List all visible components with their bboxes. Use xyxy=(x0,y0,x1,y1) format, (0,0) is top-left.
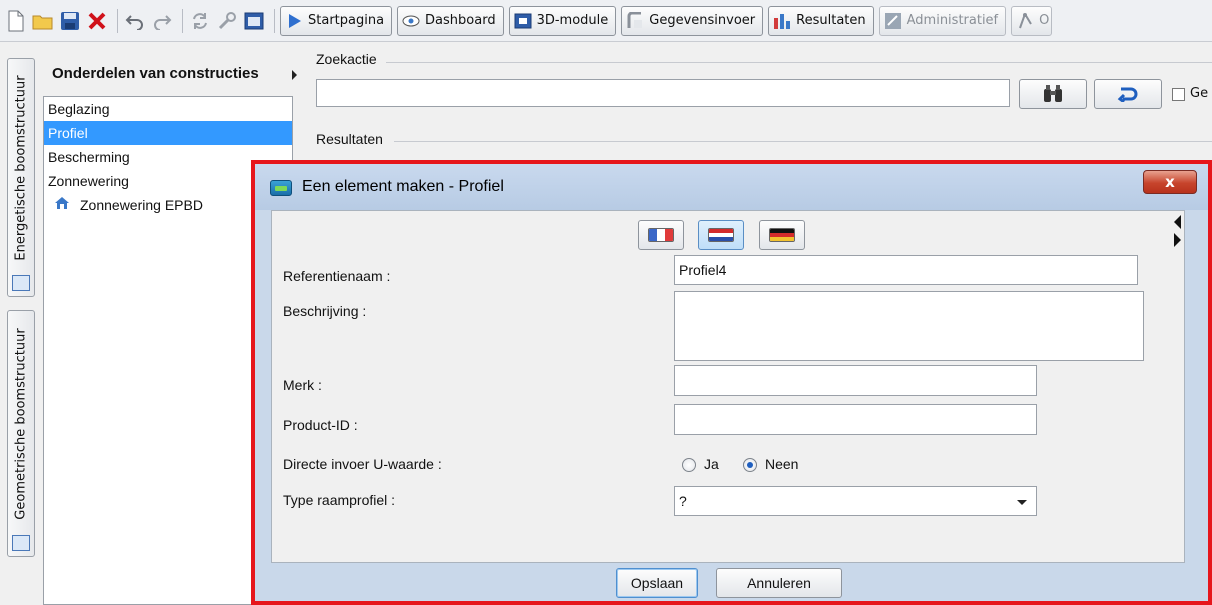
scroll-right-icon[interactable] xyxy=(1174,233,1181,247)
search-input[interactable] xyxy=(316,79,1010,107)
description-label: Beschrijving : xyxy=(283,303,367,319)
button-label: Startpagina xyxy=(308,13,385,28)
select-value: ? xyxy=(679,493,687,509)
tree-item-label: Bescherming xyxy=(48,149,130,165)
description-textarea[interactable] xyxy=(674,291,1144,361)
radio-label: Neen xyxy=(765,456,799,472)
tree-item-label: Zonnewering EPBD xyxy=(80,197,203,213)
tree-item-beglazing[interactable]: Beglazing xyxy=(44,97,292,121)
admin-icon xyxy=(884,12,902,30)
results-section-label: Resultaten xyxy=(316,131,383,147)
dutch-flag-icon xyxy=(708,228,734,242)
cancel-button[interactable]: Annuleren xyxy=(716,568,842,598)
frame-type-label: Type raamprofiel : xyxy=(283,492,396,508)
search-section-label: Zoekactie xyxy=(316,51,377,67)
startpagina-button[interactable]: Startpagina xyxy=(280,5,393,36)
tree-panel-icon xyxy=(12,275,30,291)
create-element-dialog: Een element maken - Profiel x Referentie… xyxy=(251,160,1212,605)
divider xyxy=(394,141,1212,142)
window-icon[interactable] xyxy=(242,8,266,34)
button-label: 3D-module xyxy=(536,13,609,28)
button-label: O xyxy=(1039,13,1050,28)
delete-icon[interactable] xyxy=(85,8,109,34)
frame-type-select[interactable]: ? xyxy=(674,486,1037,516)
scroll-left-icon[interactable] xyxy=(1174,215,1181,229)
main-toolbar: Startpagina Dashboard 3D-module Gegevens… xyxy=(0,0,1212,42)
tree-panel-title: Onderdelen van constructies xyxy=(52,64,259,82)
toolbar-separator xyxy=(274,8,275,33)
resultaten-button[interactable]: Resultaten xyxy=(768,5,874,36)
u-value-yes-radio[interactable] xyxy=(682,458,696,472)
open-folder-icon[interactable] xyxy=(31,8,55,34)
redo-icon[interactable] xyxy=(150,8,174,34)
button-label: Administratief xyxy=(906,13,999,28)
reference-name-input[interactable]: Profiel4 xyxy=(674,255,1138,285)
gegevensinvoer-button[interactable]: Gegevensinvoer xyxy=(621,5,764,36)
dashboard-button[interactable]: Dashboard xyxy=(397,5,504,36)
reset-search-button[interactable] xyxy=(1094,79,1162,109)
tree-item-profiel[interactable]: Profiel xyxy=(44,121,292,145)
u-value-label: Directe invoer U-waarde : xyxy=(283,456,442,472)
chevron-down-icon xyxy=(1017,500,1027,505)
3d-module-button[interactable]: 3D-module xyxy=(508,5,617,36)
tree-item-label: Profiel xyxy=(48,125,88,141)
toolbar-separator xyxy=(182,8,183,33)
collapse-arrow-icon[interactable] xyxy=(292,70,297,80)
new-document-icon[interactable] xyxy=(4,8,28,34)
binoculars-icon xyxy=(1044,85,1062,102)
tab-label: Energetische boomstructuur xyxy=(13,74,29,261)
close-button[interactable]: x xyxy=(1143,170,1197,194)
administratief-button[interactable]: Administratief xyxy=(878,5,1007,36)
search-button[interactable] xyxy=(1019,79,1087,109)
tree-panel-icon xyxy=(12,535,30,551)
button-label: Dashboard xyxy=(425,13,496,28)
tools-icon[interactable] xyxy=(215,8,239,34)
u-value-no-radio[interactable] xyxy=(743,458,757,472)
input-icon xyxy=(626,11,644,30)
compass-icon xyxy=(1016,12,1034,30)
tree-item-label: Zonnewering xyxy=(48,173,129,189)
radio-label: Ja xyxy=(704,456,719,472)
save-icon[interactable] xyxy=(58,8,82,34)
button-label: Gegevensinvoer xyxy=(649,13,756,28)
product-id-label: Product-ID : xyxy=(283,417,358,433)
language-dutch-button[interactable] xyxy=(698,220,744,250)
language-french-button[interactable] xyxy=(638,220,684,250)
brand-label: Merk : xyxy=(283,377,322,393)
german-flag-icon xyxy=(769,228,795,242)
button-label: Resultaten xyxy=(796,13,866,28)
return-arrow-icon xyxy=(1117,87,1138,102)
product-id-input[interactable] xyxy=(674,404,1037,435)
tab-geometric-tree[interactable]: Geometrische boomstructuur xyxy=(7,310,35,557)
tree-panel-header: Onderdelen van constructies xyxy=(43,58,303,88)
language-german-button[interactable] xyxy=(759,220,805,250)
tree-item-label: Beglazing xyxy=(48,101,110,117)
french-flag-icon xyxy=(648,228,674,242)
reference-name-label: Referentienaam : xyxy=(283,268,391,284)
dialog-body: Referentienaam : Profiel4 Beschrijving :… xyxy=(271,210,1185,563)
refresh-icon[interactable] xyxy=(188,8,212,34)
dialog-title: Een element maken - Profiel xyxy=(302,178,504,195)
toolbar-separator xyxy=(117,8,118,33)
play-icon xyxy=(285,12,303,30)
house-icon xyxy=(54,193,70,217)
app-icon xyxy=(270,180,292,196)
undo-icon[interactable] xyxy=(123,8,147,34)
chart-icon xyxy=(773,12,791,30)
divider xyxy=(386,62,1212,63)
brand-input[interactable] xyxy=(674,365,1037,396)
tab-label: Geometrische boomstructuur xyxy=(13,327,29,520)
dialog-titlebar[interactable]: Een element maken - Profiel x xyxy=(255,164,1208,210)
tab-energetic-tree[interactable]: Energetische boomstructuur xyxy=(7,58,35,297)
eye-icon xyxy=(402,12,420,30)
overflow-button[interactable]: O xyxy=(1011,5,1053,36)
cube-icon xyxy=(514,12,532,30)
checkbox-label: Ge xyxy=(1190,86,1209,101)
search-option-checkbox[interactable] xyxy=(1172,88,1185,101)
save-button[interactable]: Opslaan xyxy=(616,568,698,598)
